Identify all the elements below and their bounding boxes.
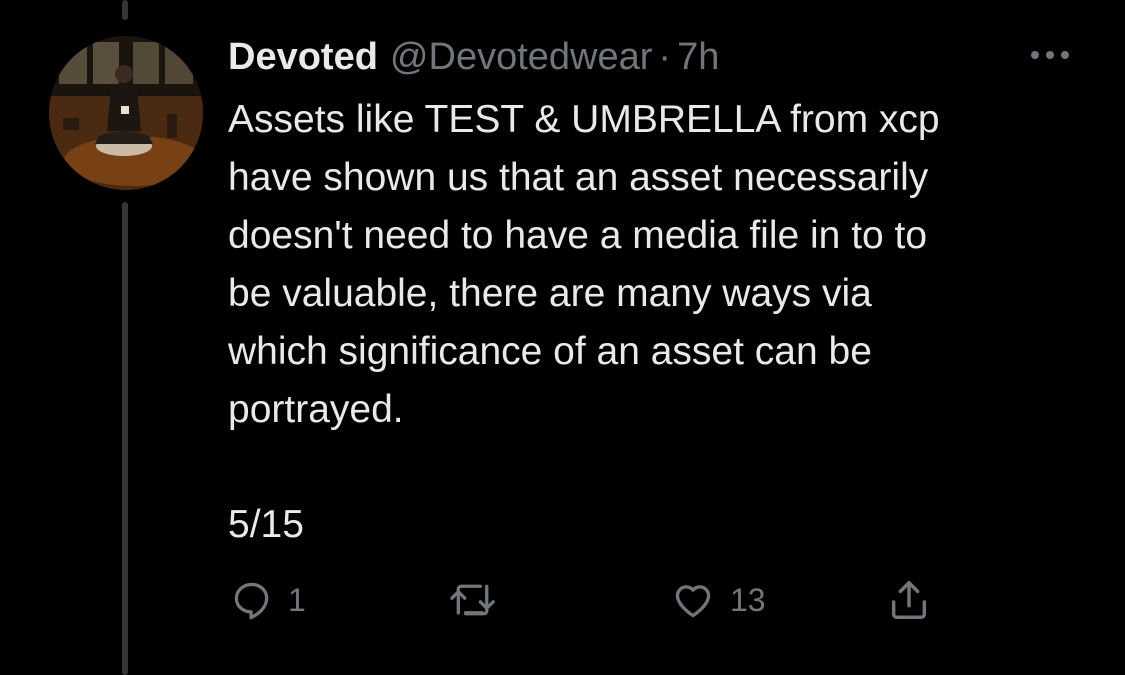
like-button[interactable]: 13 (670, 578, 766, 622)
thread-line-top (122, 0, 128, 20)
like-count: 13 (730, 581, 766, 618)
thread-count: 5/15 (228, 503, 304, 546)
avatar[interactable] (49, 36, 203, 190)
like-icon (675, 585, 711, 618)
retweet-button[interactable] (447, 578, 513, 622)
reply-icon (234, 582, 269, 620)
retweet-icon (450, 584, 495, 616)
avatar-photo (49, 36, 203, 190)
share-button[interactable] (886, 578, 932, 622)
tweet-header: Devoted @Devotedwear · 7h (228, 34, 719, 80)
more-options-button[interactable] (1025, 40, 1075, 70)
timestamp[interactable]: 7h (677, 34, 719, 80)
tweet-text: Assets like TEST & UMBRELLA from xcp hav… (228, 98, 940, 431)
user-handle[interactable]: @Devotedwear (390, 34, 652, 80)
share-icon (891, 581, 927, 619)
display-name[interactable]: Devoted (228, 34, 378, 80)
reply-count: 1 (288, 581, 306, 618)
tweet-actions: 1 13 (0, 570, 1125, 630)
more-icon (1031, 51, 1069, 59)
separator-dot: · (658, 36, 672, 78)
reply-button[interactable]: 1 (230, 578, 306, 622)
